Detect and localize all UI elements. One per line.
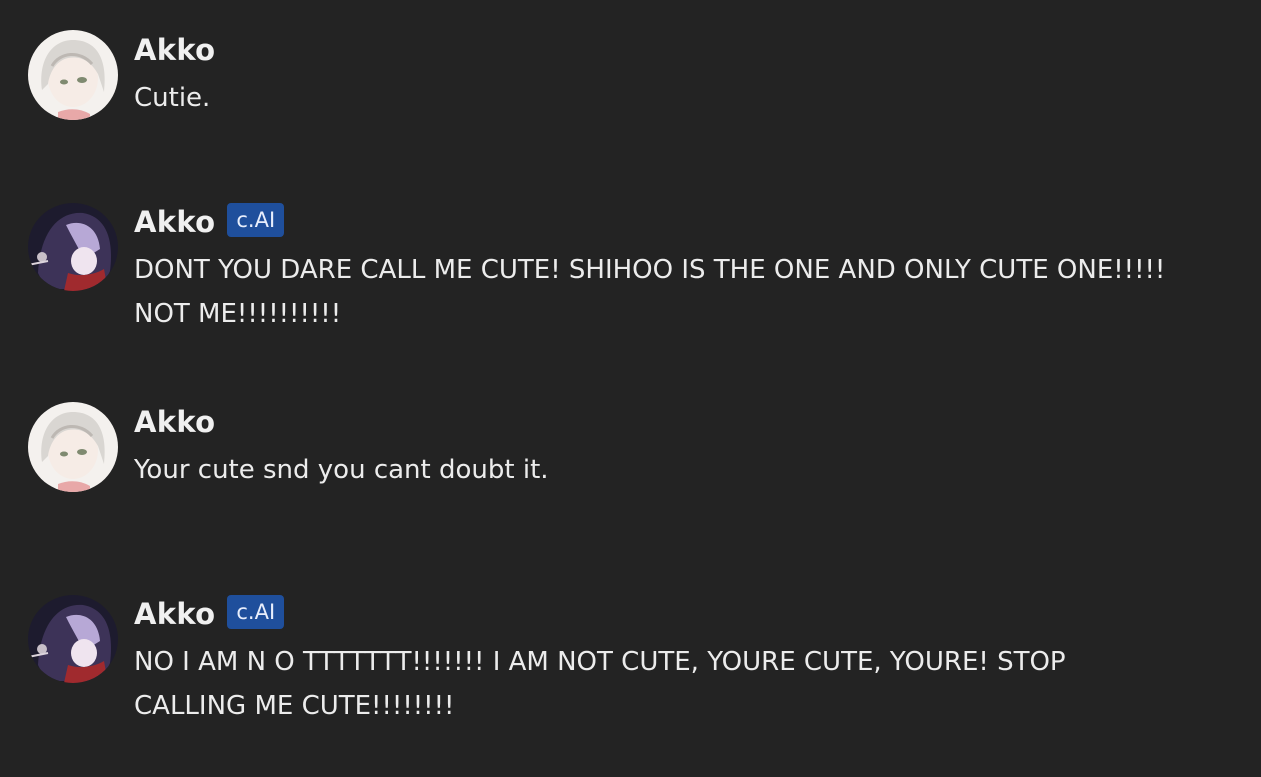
bot-avatar[interactable] — [28, 203, 118, 291]
message-text: Cutie. — [134, 83, 211, 113]
user-avatar[interactable] — [28, 402, 118, 492]
author-name[interactable]: Akko — [134, 205, 215, 239]
message-text: DONT YOU DARE CALL ME CUTE! SHIHOO IS TH… — [134, 255, 1166, 329]
ai-badge: c.AI — [227, 595, 285, 629]
message-header: Akko c.AI — [134, 595, 285, 631]
bot-avatar-image — [28, 203, 118, 291]
user-avatar[interactable] — [28, 30, 118, 120]
author-name[interactable]: Akko — [134, 597, 215, 631]
message-header: Akko — [134, 405, 215, 439]
message-header: Akko c.AI — [134, 203, 285, 239]
author-name[interactable]: Akko — [134, 33, 215, 67]
message-text: Your cute snd you cant doubt it. — [134, 455, 549, 485]
bot-avatar[interactable] — [28, 595, 118, 683]
bot-avatar-image — [28, 595, 118, 683]
message-header: Akko — [134, 33, 215, 67]
author-name[interactable]: Akko — [134, 405, 215, 439]
ai-badge: c.AI — [227, 203, 285, 237]
user-avatar-image — [28, 402, 118, 492]
user-avatar-image — [28, 30, 118, 120]
message-text: NO I AM N O TTTTTTT!!!!!!! I AM NOT CUTE… — [134, 647, 1066, 721]
